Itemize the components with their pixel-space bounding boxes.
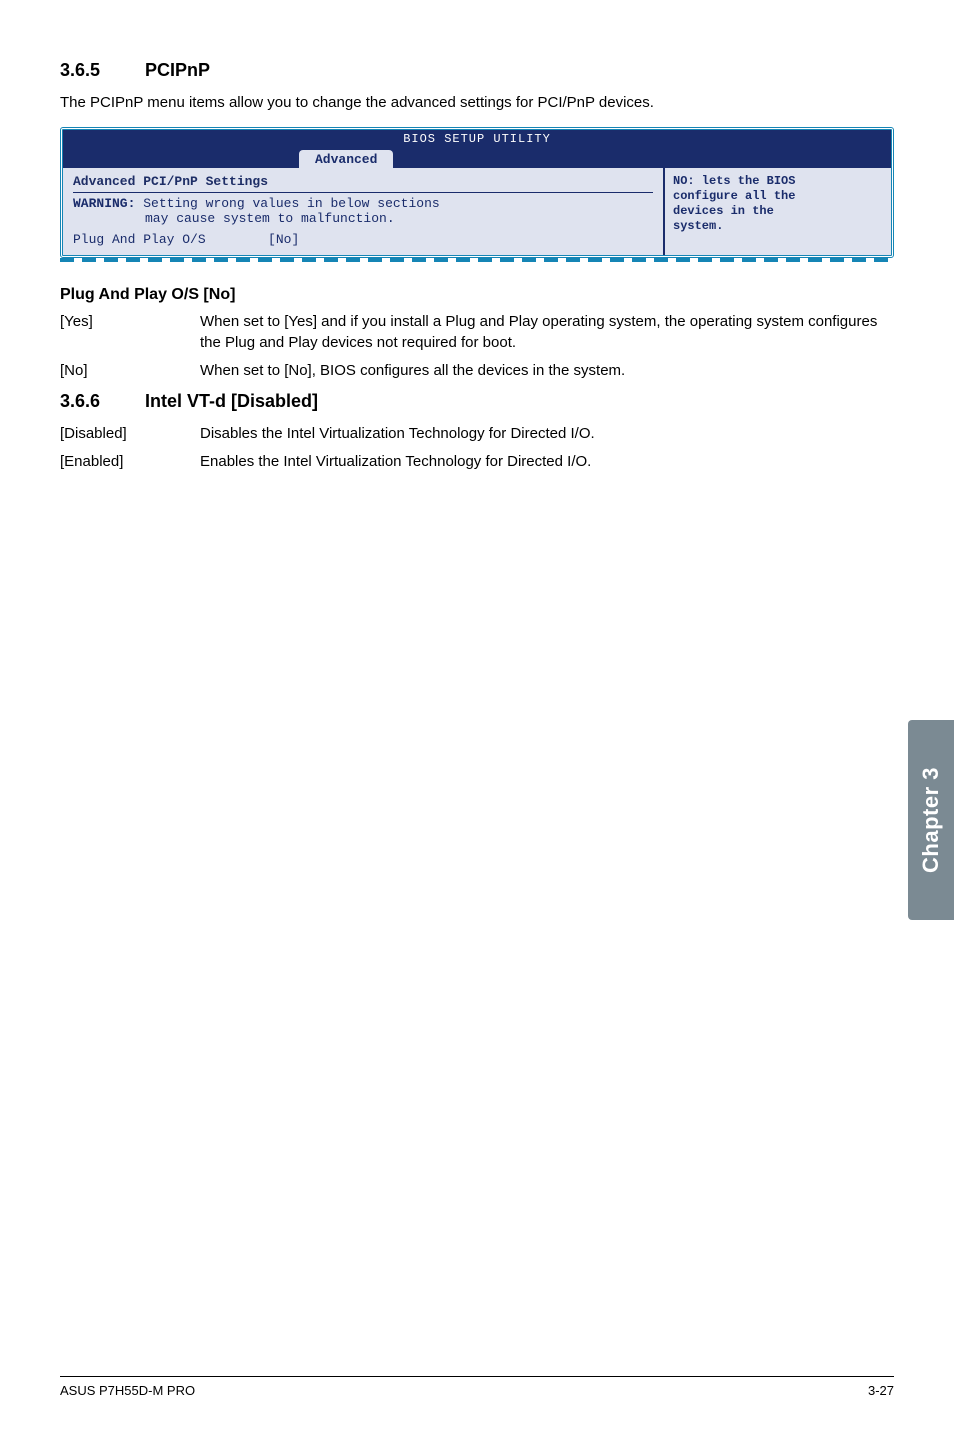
bios-titlebar: BIOS SETUP UTILITY Advanced — [63, 130, 891, 168]
bios-left-header: Advanced PCI/PnP Settings — [73, 174, 653, 189]
bios-setting-row: Plug And Play O/S [No] — [73, 232, 653, 247]
bios-cut-edge — [60, 258, 894, 262]
page-content: 3.6.5 PCIPnP The PCIPnP menu items allow… — [0, 0, 954, 473]
def-desc-enabled: Enables the Intel Virtualization Technol… — [200, 452, 894, 472]
def-term-enabled: [Enabled] — [60, 452, 200, 472]
def-term-yes: [Yes] — [60, 312, 200, 353]
chapter-side-tab-label: Chapter 3 — [918, 767, 944, 873]
bios-warning: WARNING: Setting wrong values in below s… — [73, 196, 653, 226]
bios-setting-value: [No] — [268, 232, 299, 247]
def-desc-disabled: Disables the Intel Virtualization Techno… — [200, 424, 894, 444]
bios-tab-advanced: Advanced — [299, 150, 393, 168]
bios-help-pane: NO: lets the BIOS configure all the devi… — [663, 168, 891, 255]
bios-setting-label: Plug And Play O/S — [73, 232, 206, 247]
def-row-enabled: [Enabled] Enables the Intel Virtualizati… — [60, 452, 894, 472]
bios-title: BIOS SETUP UTILITY — [63, 130, 891, 146]
def-desc-yes: When set to [Yes] and if you install a P… — [200, 312, 894, 353]
pcipnp-intro: The PCIPnP menu items allow you to chang… — [60, 93, 894, 113]
bios-help-line1: NO: lets the BIOS — [673, 174, 795, 188]
bios-help-line3: devices in the — [673, 204, 774, 218]
bios-warning-line1: Setting wrong values in below sections — [143, 196, 439, 211]
def-desc-no: When set to [No], BIOS configures all th… — [200, 361, 894, 381]
footer-right: 3-27 — [868, 1383, 894, 1398]
heading-number: 3.6.5 — [60, 60, 140, 81]
subheading-pnp: Plug And Play O/S [No] — [60, 286, 894, 304]
def-term-disabled: [Disabled] — [60, 424, 200, 444]
footer-left: ASUS P7H55D-M PRO — [60, 1383, 195, 1398]
bios-help-line2: configure all the — [673, 189, 795, 203]
def-row-yes: [Yes] When set to [Yes] and if you insta… — [60, 312, 894, 353]
bios-divider — [73, 192, 653, 193]
bios-help-line4: system. — [673, 219, 723, 233]
def-row-no: [No] When set to [No], BIOS configures a… — [60, 361, 894, 381]
bios-body: Advanced PCI/PnP Settings WARNING: Setti… — [63, 168, 891, 255]
bios-panel: BIOS SETUP UTILITY Advanced Advanced PCI… — [60, 127, 894, 258]
def-row-disabled: [Disabled] Disables the Intel Virtualiza… — [60, 424, 894, 444]
heading-intelvtd: 3.6.6 Intel VT-d [Disabled] — [60, 391, 894, 412]
bios-left-pane: Advanced PCI/PnP Settings WARNING: Setti… — [63, 168, 663, 255]
page-footer: ASUS P7H55D-M PRO 3-27 — [60, 1376, 894, 1398]
chapter-side-tab: Chapter 3 — [908, 720, 954, 920]
heading-number-vtd: 3.6.6 — [60, 391, 140, 412]
bios-warning-line2: may cause system to malfunction. — [145, 211, 395, 226]
heading-title: PCIPnP — [145, 60, 210, 80]
def-term-no: [No] — [60, 361, 200, 381]
heading-title-vtd: Intel VT-d [Disabled] — [145, 391, 318, 411]
bios-warning-label: WARNING: — [73, 196, 135, 211]
heading-pcipnp: 3.6.5 PCIPnP — [60, 60, 894, 81]
